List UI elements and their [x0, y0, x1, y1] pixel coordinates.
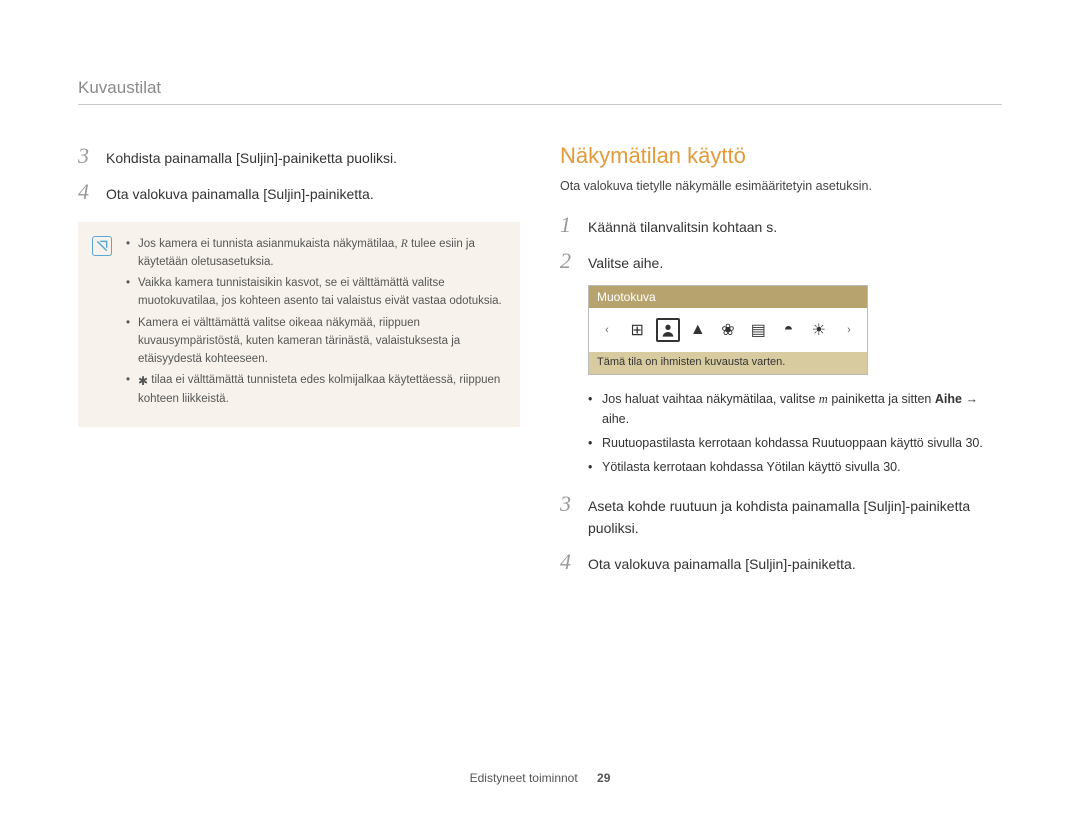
- columns: 3 Kohdista painamalla [Suljin]-painikett…: [78, 143, 1002, 586]
- right-step-2: 2 Valitse aihe.: [560, 248, 1002, 274]
- right-column: Näkymätilan käyttö Ota valokuva tietylle…: [560, 143, 1002, 586]
- chevron-left-icon[interactable]: ‹: [595, 318, 619, 342]
- scene-sunset-icon[interactable]: ◓: [777, 318, 801, 342]
- chapter-title: Kuvaustilat: [78, 78, 1002, 105]
- step-text: Ota valokuva painamalla [Suljin]-painike…: [588, 549, 856, 575]
- scene-landscape-icon[interactable]: ▲: [686, 318, 710, 342]
- note-item: ✱ tilaa ei välttämättä tunnisteta edes k…: [126, 372, 504, 408]
- section-intro: Ota valokuva tietylle näkymälle esimääri…: [560, 177, 1002, 196]
- step-text: Käännä tilanvalitsin kohtaan s.: [588, 212, 777, 238]
- scene-mode-icon-row: ‹ ⊞ ▲ ❀ ▤ ◓ ☀ ›: [589, 308, 867, 352]
- left-column: 3 Kohdista painamalla [Suljin]-painikett…: [78, 143, 520, 586]
- scene-macro-icon[interactable]: ❀: [716, 318, 740, 342]
- scene-text-icon[interactable]: ▤: [746, 318, 770, 342]
- scene-mode-caption: Tämä tila on ihmisten kuvausta varten.: [589, 352, 867, 374]
- step-number: 3: [560, 491, 588, 517]
- list-item: Yötilasta kerrotaan kohdassa Yötilan käy…: [588, 457, 1002, 477]
- mode-glyph: R: [401, 238, 408, 250]
- sub-bullet-list: Jos haluat vaihtaa näkymätilaa, valitse …: [588, 389, 1002, 477]
- page-number: 29: [597, 771, 610, 785]
- right-step-3: 3 Aseta kohde ruutuun ja kohdista painam…: [560, 491, 1002, 540]
- scene-mode-label: Muotokuva: [589, 286, 867, 308]
- chevron-right-icon[interactable]: ›: [837, 318, 861, 342]
- left-step-4: 4 Ota valokuva painamalla [Suljin]-paini…: [78, 179, 520, 205]
- left-step-3: 3 Kohdista painamalla [Suljin]-painikett…: [78, 143, 520, 169]
- scene-mode-panel: Muotokuva ‹ ⊞ ▲ ❀ ▤ ◓ ☀ › Tämä tila on i…: [588, 285, 868, 375]
- step-number: 2: [560, 248, 588, 274]
- manual-page: Kuvaustilat 3 Kohdista painamalla [Sulji…: [0, 0, 1080, 586]
- note-callout: Jos kamera ei tunnista asianmukaista näk…: [78, 222, 520, 427]
- note-icon: [92, 236, 112, 256]
- note-list: Jos kamera ei tunnista asianmukaista näk…: [126, 236, 504, 409]
- step-number: 4: [560, 549, 588, 575]
- scene-sunrise-icon[interactable]: ☀: [807, 318, 831, 342]
- right-step-1: 1 Käännä tilanvalitsin kohtaan s.: [560, 212, 1002, 238]
- step-number: 4: [78, 179, 106, 205]
- note-item: Vaikka kamera tunnistaisikin kasvot, se …: [126, 275, 504, 311]
- step-number: 1: [560, 212, 588, 238]
- step-text: Kohdista painamalla [Suljin]-painiketta …: [106, 143, 397, 169]
- scene-portrait-icon[interactable]: [656, 318, 680, 342]
- step-text: Valitse aihe.: [588, 248, 663, 274]
- list-item: Jos haluat vaihtaa näkymätilaa, valitse …: [588, 389, 1002, 429]
- list-item: Ruutuopastilasta kerrotaan kohdassa Ruut…: [588, 433, 1002, 453]
- tripod-icon: ✱: [138, 372, 148, 391]
- page-footer: Edistyneet toiminnot 29: [0, 771, 1080, 785]
- section-heading: Näkymätilan käyttö: [560, 143, 1002, 169]
- step-text: Ota valokuva painamalla [Suljin]-painike…: [106, 179, 374, 205]
- footer-section: Edistyneet toiminnot: [470, 771, 578, 785]
- step-text: Aseta kohde ruutuun ja kohdista painamal…: [588, 491, 1002, 540]
- scene-grid-icon[interactable]: ⊞: [625, 318, 649, 342]
- right-step-4: 4 Ota valokuva painamalla [Suljin]-paini…: [560, 549, 1002, 575]
- note-item: Kamera ei välttämättä valitse oikeaa näk…: [126, 315, 504, 368]
- step-number: 3: [78, 143, 106, 169]
- note-item: Jos kamera ei tunnista asianmukaista näk…: [126, 236, 504, 272]
